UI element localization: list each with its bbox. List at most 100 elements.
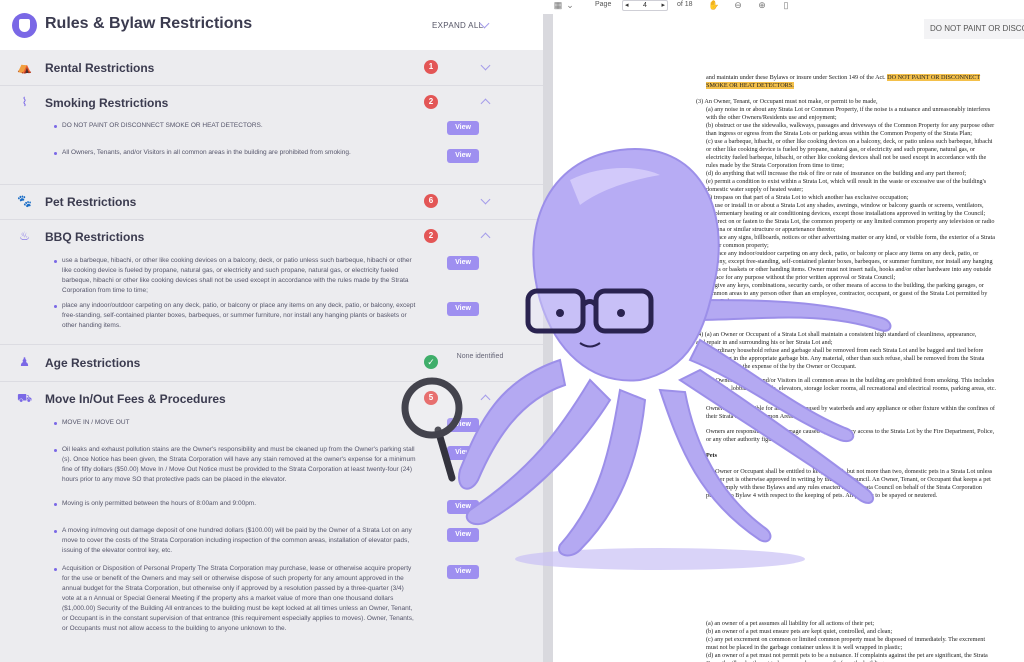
section-rental[interactable]: ⛺ Rental Restrictions 1: [0, 50, 543, 86]
age-icon: ♟: [19, 355, 30, 369]
rule-text: DO NOT PAINT OR DISCONNECT SMOKE OR HEAT…: [62, 122, 263, 129]
doc-pets: An Owner or Occupant shall be entitled t…: [706, 468, 993, 499]
pdf-toolbar: ▦ ⌄ Page of 18 ✋ ⊖ ⊕ ▯: [543, 0, 1024, 14]
doc-items3: (a) any noise in or about any Strata Lot…: [706, 106, 996, 306]
rental-icon: ⛺: [17, 60, 32, 74]
count-badge: 2: [424, 229, 438, 243]
doc-list-item: (b) ordinary household refuse and garbag…: [706, 347, 985, 370]
doc-intro: and maintain under these Bylaws or insur…: [706, 74, 996, 90]
view-button[interactable]: View: [447, 256, 479, 270]
section-title: BBQ Restrictions: [45, 230, 145, 244]
doc-list-item: (b) an owner of a pet must ensure pets a…: [706, 628, 893, 635]
view-button[interactable]: View: [447, 446, 479, 460]
count-badge: 2: [424, 95, 438, 109]
grid-icon[interactable]: ▦: [553, 0, 563, 10]
bullet: [54, 568, 57, 571]
rule-text: Moving is only permitted between the hou…: [62, 500, 257, 507]
view-button[interactable]: View: [447, 121, 479, 135]
rule-text: MOVE IN / MOVE OUT: [62, 419, 130, 426]
view-button[interactable]: View: [447, 565, 479, 579]
doc-list-item: (h) erect on or fasten to the Strata Lot…: [706, 218, 995, 233]
doc-list-item: (e) permit a condition to exist within a…: [706, 178, 987, 193]
next-page-icon[interactable]: ▸: [661, 1, 667, 10]
doc-items4: (b) ordinary household refuse and garbag…: [706, 347, 996, 371]
chevron-up-icon[interactable]: [480, 232, 491, 243]
doc-para3: (3) An Owner, Tenant, or Occupant must n…: [696, 98, 878, 105]
shield-logo-icon: [12, 13, 37, 38]
doc-list-item: (k) give any keys, combinations, securit…: [706, 282, 988, 305]
section-bbq[interactable]: ♨ BBQ Restrictions 2: [0, 219, 543, 255]
view-button[interactable]: View: [447, 500, 479, 514]
view-button[interactable]: View: [447, 418, 479, 432]
doc-intro-text: and maintain under these Bylaws or insur…: [706, 74, 886, 81]
section-title: Pet Restrictions: [45, 195, 137, 209]
bullet: [54, 125, 57, 128]
page-total: of 18: [677, 1, 693, 8]
doc-list-item: (f) trespass on that part of a Strata Lo…: [706, 194, 909, 201]
bbq-icon: ♨: [19, 229, 30, 243]
chevron-up-icon[interactable]: [480, 394, 491, 405]
count-badge: 6: [424, 194, 438, 208]
rule-text: All Owners, Tenants, and/or Visitors in …: [62, 149, 351, 156]
section-title: Move In/Out Fees & Procedures: [45, 392, 226, 406]
page-number-input[interactable]: ◂ 4 ▸: [622, 0, 668, 11]
count-badge: 5: [424, 391, 438, 405]
doc-para4: (4) (a) an Owner or Occupant of a Strata…: [696, 331, 977, 346]
doc-owners: Owners are responsible for all damage ca…: [706, 405, 995, 420]
rule-text: Acquisition or Disposition of Personal P…: [62, 565, 414, 632]
section-age[interactable]: ♟ Age Restrictions: [0, 345, 543, 381]
doc-pets-heading: Pets: [706, 452, 717, 459]
doc-list-item: (b) obstruct or use the sidewalks, walkw…: [706, 122, 995, 137]
rule-text: Oil leaks and exhaust pollution stains a…: [62, 446, 416, 483]
section-title: Age Restrictions: [45, 356, 141, 370]
doc-list-item: (c) any pet excrement on common or limit…: [706, 636, 986, 651]
rules-panel: Rules & Bylaw Restrictions EXPAND ALL ⛺ …: [0, 0, 543, 662]
section-move[interactable]: ⛟ Move In/Out Fees & Procedures 5: [0, 381, 543, 417]
page-view-icon[interactable]: ▯: [781, 0, 791, 10]
prev-page-icon[interactable]: ◂: [623, 1, 629, 10]
doc-smoking: All Owners, Tenants, and/or Visitors in …: [706, 377, 997, 392]
doc-list-item: (c) use a barbeque, hibachi, or other li…: [706, 138, 993, 169]
doc-list-item: (d) do anything that will increase the r…: [706, 170, 967, 177]
check-icon: ✓: [424, 355, 438, 369]
zoom-out-icon[interactable]: ⊖: [733, 0, 743, 10]
rule-text: use a barbeque, hibachi, or other like c…: [62, 257, 412, 294]
section-pet[interactable]: 🐾 Pet Restrictions 6: [0, 184, 543, 220]
chevron-down-icon[interactable]: ⌄: [565, 0, 575, 10]
view-button[interactable]: View: [447, 302, 479, 316]
rule-text: A moving in/moving out damage deposit of…: [62, 527, 412, 554]
chevron-up-icon[interactable]: [480, 98, 491, 109]
bullet: [54, 530, 57, 533]
chevron-down-icon[interactable]: [480, 194, 491, 205]
doc-list-item: (g) use or install in or about a Strata …: [706, 202, 986, 217]
doc-list-item: (d) an owner of a pet must not permit pe…: [706, 652, 988, 662]
page-number: 4: [643, 2, 647, 9]
status-text: None identified: [456, 353, 504, 360]
paw-icon: 🐾: [17, 194, 32, 208]
doc-emergency: Owners are responsible for all damage ca…: [706, 428, 995, 443]
bullet: [54, 305, 57, 308]
bullet: [54, 152, 57, 155]
doc-list-item: (a) any noise in or about any Strata Lot…: [706, 106, 991, 121]
bullet: [54, 503, 57, 506]
panel-title: Rules & Bylaw Restrictions: [45, 15, 253, 32]
page-label: Page: [595, 1, 612, 8]
doc-list-item: (j) place any indoor/outdoor carpeting o…: [706, 250, 993, 281]
hand-icon[interactable]: ✋: [708, 0, 719, 10]
smoking-icon: ⌇: [21, 95, 28, 109]
view-button[interactable]: View: [447, 149, 479, 163]
section-smoking[interactable]: ⌇ Smoking Restrictions 2: [0, 85, 543, 121]
section-title: Rental Restrictions: [45, 61, 155, 75]
doc-pet-items: (a) an owner of a pet assumes all liabil…: [706, 620, 996, 662]
bullet: [54, 449, 57, 452]
chevron-down-icon[interactable]: [480, 60, 491, 71]
expand-all-button[interactable]: EXPAND ALL: [432, 21, 483, 30]
rule-text: place any indoor/outdoor carpeting on an…: [62, 302, 416, 329]
doc-list-item: (a) an owner of a pet assumes all liabil…: [706, 620, 875, 627]
view-button[interactable]: View: [447, 528, 479, 542]
zoom-in-icon[interactable]: ⊕: [757, 0, 767, 10]
pdf-gutter: [543, 14, 553, 662]
panel-header: Rules & Bylaw Restrictions EXPAND ALL: [0, 0, 543, 50]
bullet: [54, 260, 57, 263]
bullet: [54, 422, 57, 425]
